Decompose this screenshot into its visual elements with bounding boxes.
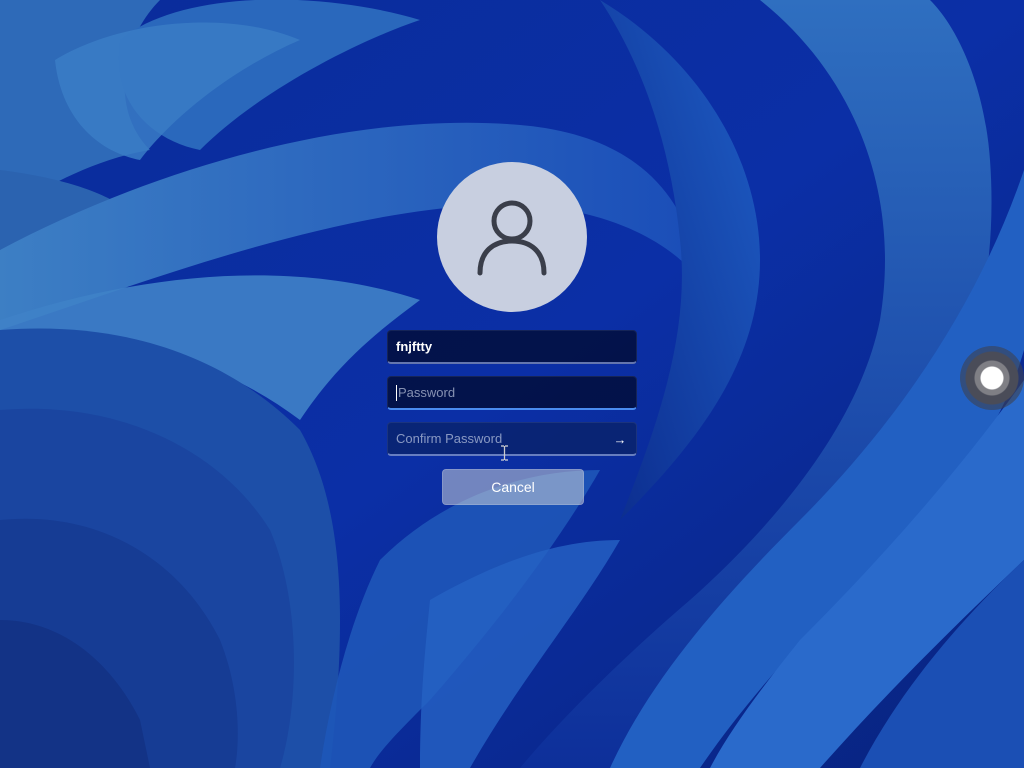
username-text: fnjftty	[396, 339, 433, 354]
password-placeholder: Password	[398, 385, 456, 400]
username-field[interactable]: fnjftty	[387, 330, 637, 364]
cancel-label: Cancel	[491, 479, 535, 495]
password-field[interactable]: Password	[387, 376, 637, 410]
user-avatar	[437, 162, 587, 312]
cancel-button[interactable]: Cancel	[442, 469, 584, 505]
text-cursor-icon	[501, 445, 508, 461]
text-caret	[396, 384, 397, 401]
arrow-right-icon[interactable]: →	[612, 431, 628, 447]
confirm-password-placeholder: Confirm Password	[396, 431, 503, 446]
touch-indicator-icon	[960, 346, 1024, 410]
user-icon	[477, 200, 547, 276]
confirm-password-field[interactable]: Confirm Password →	[387, 422, 637, 456]
